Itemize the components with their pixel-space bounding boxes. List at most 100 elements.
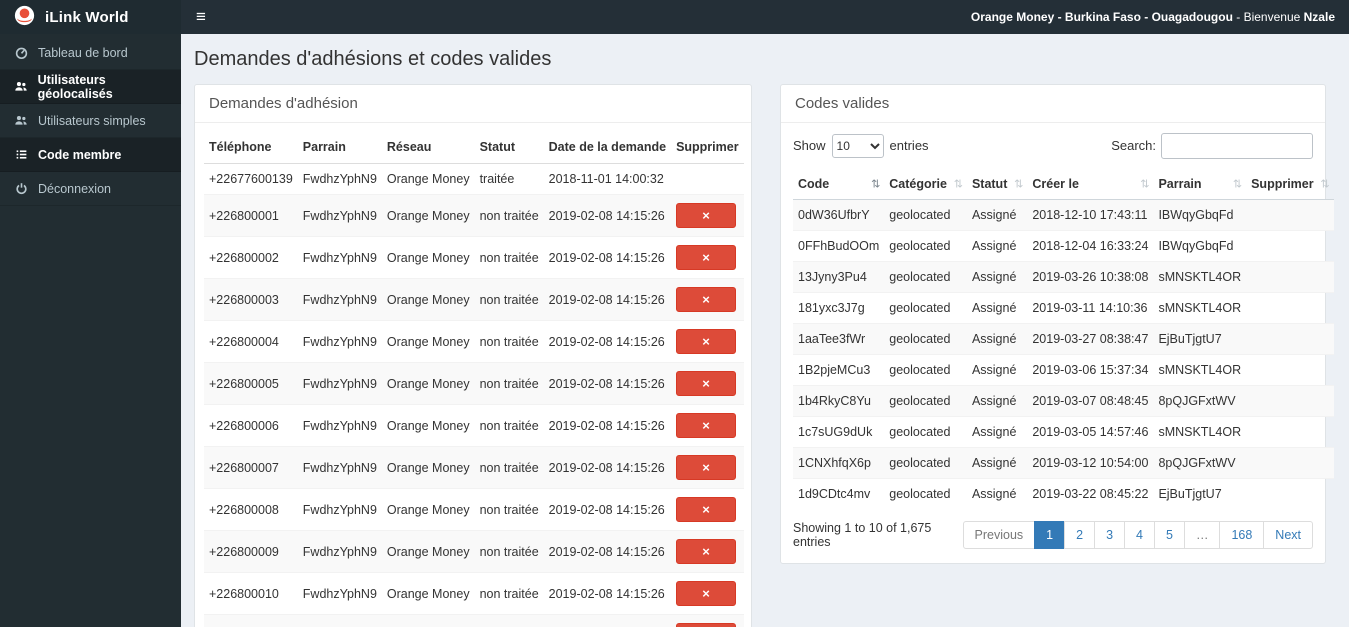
delete-button[interactable]: × — [676, 623, 737, 627]
column-header-sortable[interactable]: Parrain ⇅ — [1153, 169, 1247, 200]
column-header: Parrain — [297, 131, 382, 164]
cell-cree-le: 2019-03-22 08:45:22 — [1027, 478, 1154, 509]
cell-telephone: +226800007 — [204, 446, 298, 489]
adhesions-panel: Demandes d'adhésion Téléphone Parrain Rése… — [194, 84, 752, 627]
cell-parrain: IBWqyGbqFd — [1153, 230, 1247, 262]
page-title: Demandes d'adhésions et codes valides — [194, 48, 552, 70]
codes-table: Code ⇅ Catégorie ⇅ Statut ⇅ Créer le ⇅ Parrain ⇅ S… — [793, 169, 1334, 509]
top-bar-main: ≡ Orange Money - Burkina Faso - Ouagadou… — [181, 0, 1349, 34]
cell-statut: non traitée — [474, 278, 544, 321]
cell-date: 2019-02-08 14:15:26 — [543, 488, 672, 531]
sidebar-item-deconnexion[interactable]: Déconnexion — [0, 172, 181, 206]
cell-cree-le: 2019-03-05 14:57:46 — [1027, 416, 1154, 448]
codes-panel: Codes valides Show 10 entries Search: Co… — [780, 84, 1334, 564]
codes-table-body: 0dW36UfbrY geolocated Assigné 2018-12-10 17… — [793, 199, 1334, 509]
delete-button[interactable]: × — [676, 455, 737, 480]
cell-supprimer: × — [671, 320, 744, 363]
delete-button[interactable]: × — [676, 497, 737, 522]
page-button-Next[interactable]: Next — [1263, 521, 1313, 549]
cell-code: 0FFhBudOOm — [793, 230, 885, 262]
delete-button[interactable]: × — [676, 539, 737, 564]
cell-telephone: +226800008 — [204, 488, 298, 531]
cell-statut: Assigné — [966, 261, 1028, 293]
cell-statut: non traitée — [474, 194, 544, 237]
page-button-Previous[interactable]: Previous — [962, 521, 1036, 549]
table-row: 181yxc3J7g geolocated Assigné 2019-03-11 14… — [793, 292, 1334, 324]
app-window: iLink World ≡ Orange Money - Burkina Fas… — [0, 0, 1349, 627]
delete-button[interactable]: × — [676, 287, 737, 312]
cell-reseau: Orange Money — [381, 404, 475, 447]
sidebar-item-label: Déconnexion — [38, 181, 111, 196]
sort-icon: ⇅ — [1232, 178, 1243, 191]
cell-cree-le: 2019-03-06 15:37:34 — [1027, 354, 1154, 386]
cell-supprimer: × — [671, 362, 744, 405]
users-icon — [13, 80, 29, 93]
cell-parrain: EjBuTjgtU7 — [1153, 323, 1247, 355]
brand[interactable]: iLink World — [0, 0, 181, 34]
delete-button[interactable]: × — [676, 371, 737, 396]
cell-categorie: geolocated — [884, 199, 967, 231]
menu-toggle-icon[interactable]: ≡ — [181, 0, 221, 34]
table-row: +226800007 FwdhzYphN9 Orange Money non trai… — [204, 446, 744, 489]
column-header-sortable[interactable]: Supprimer ⇅ — [1246, 169, 1334, 200]
column-label: Code — [798, 177, 830, 191]
delete-button[interactable]: × — [676, 581, 737, 606]
sidebar-item-utilisateurs-simples[interactable]: Utilisateurs simples — [0, 104, 181, 138]
cell-supprimer — [1246, 416, 1334, 448]
entries-select[interactable]: 10 — [831, 134, 884, 158]
cell-code: 1c7sUG9dUk — [793, 416, 885, 448]
column-header-sortable[interactable]: Catégorie ⇅ — [884, 169, 967, 200]
cell-statut: Assigné — [966, 478, 1028, 509]
cell-cree-le: 2019-03-12 10:54:00 — [1027, 447, 1154, 479]
table-row: 1b4RkyC8Yu geolocated Assigné 2019-03-07 08… — [793, 385, 1334, 417]
cell-date: 2019-02-08 14:15:26 — [543, 446, 672, 489]
column-label: Créer le — [1032, 177, 1079, 191]
delete-button[interactable]: × — [676, 245, 737, 270]
sidebar-item-tableau-de-bord[interactable]: Tableau de bord — [0, 36, 181, 70]
cell-parrain: FwdhzYphN9 — [297, 194, 382, 237]
cell-telephone: +226800002 — [204, 236, 298, 279]
sidebar-item-label: Code membre — [38, 147, 122, 162]
cell-statut: non traitée — [474, 530, 544, 573]
page-button-3[interactable]: 3 — [1094, 521, 1126, 549]
column-header-sortable[interactable]: Code ⇅ — [793, 169, 885, 200]
cell-statut: non traitée — [474, 446, 544, 489]
table-row: +226800005 FwdhzYphN9 Orange Money non trai… — [204, 362, 744, 405]
list-icon — [13, 148, 29, 161]
delete-button[interactable]: × — [676, 413, 737, 438]
page-button-1[interactable]: 1 — [1034, 521, 1066, 549]
sidebar-item-code-membre[interactable]: Code membre — [0, 138, 181, 172]
cell-supprimer: × — [671, 446, 744, 489]
page-button-168[interactable]: 168 — [1219, 521, 1265, 549]
column-header-sortable[interactable]: Créer le ⇅ — [1027, 169, 1154, 200]
cell-statut: non traitée — [474, 236, 544, 279]
column-header-sortable[interactable]: Statut ⇅ — [966, 169, 1028, 200]
cell-cree-le: 2019-03-11 14:10:36 — [1027, 292, 1154, 324]
delete-button[interactable]: × — [676, 203, 737, 228]
cell-statut: non traitée — [474, 320, 544, 363]
cell-code: 1d9CDtc4mv — [793, 478, 885, 509]
sidebar-item-utilisateurs-geolocalises[interactable]: Utilisateurs géolocalisés — [0, 70, 181, 104]
user-location: Orange Money - Burkina Faso - Ouagadougo… — [970, 10, 1233, 24]
cell-reseau: Orange Money — [381, 278, 475, 321]
cell-supprimer: × — [671, 194, 744, 237]
cell-date: 2019-02-08 14:15:26 — [543, 530, 672, 573]
cell-supprimer — [1246, 323, 1334, 355]
user-info: Orange Money - Burkina Faso - Ouagadougo… — [971, 10, 1349, 24]
page-button-4[interactable]: 4 — [1124, 521, 1155, 549]
page-button-…[interactable]: … — [1183, 521, 1221, 549]
cell-parrain: FwdhzYphN9 — [297, 446, 382, 489]
username: Nzale — [1303, 10, 1335, 24]
cell-reseau: Orange Money — [381, 163, 475, 195]
page-button-5[interactable]: 5 — [1153, 521, 1185, 549]
table-row: +226800010 FwdhzYphN9 Orange Money non trai… — [204, 572, 744, 615]
cell-statut: Assigné — [966, 323, 1028, 355]
delete-button[interactable]: × — [676, 329, 737, 354]
cell-supprimer — [1246, 230, 1334, 262]
cell-supprimer: × — [671, 488, 744, 531]
cell-parrain: EjBuTjgtU7 — [1153, 478, 1247, 509]
table-row: +226800002 FwdhzYphN9 Orange Money non trai… — [204, 236, 744, 279]
search-input[interactable] — [1161, 133, 1313, 159]
column-header: Téléphone — [204, 131, 298, 164]
page-button-2[interactable]: 2 — [1064, 521, 1096, 549]
